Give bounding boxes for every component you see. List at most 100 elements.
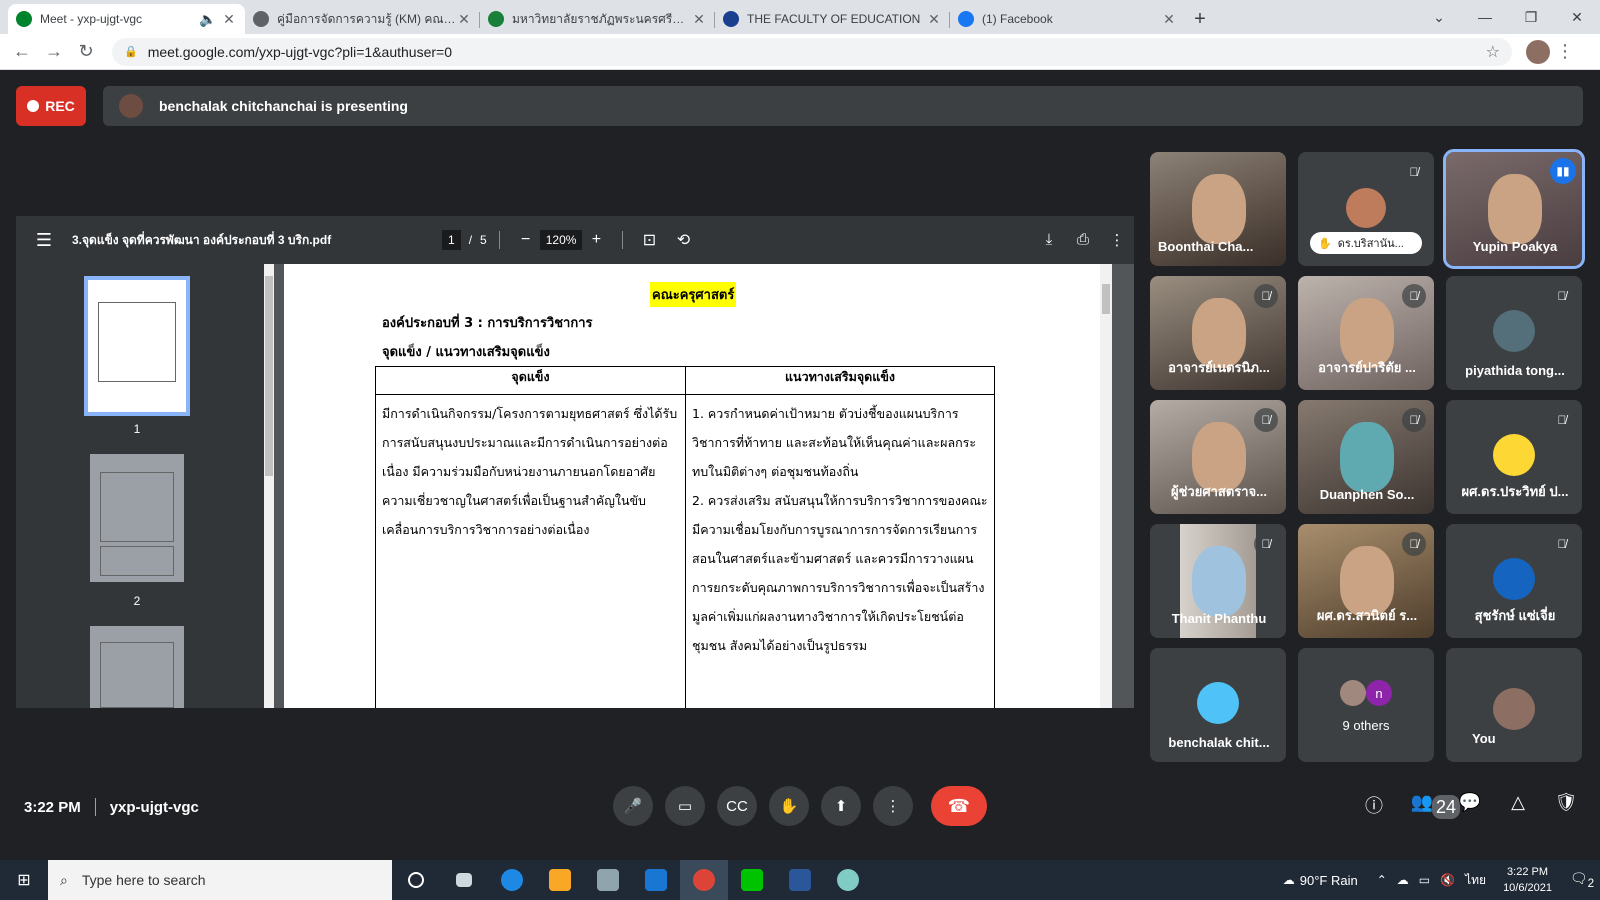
people-icon[interactable]: 👥 24	[1398, 792, 1461, 834]
tab-search-icon[interactable]: ⌄	[1416, 9, 1462, 26]
windows-start-icon[interactable]: ⊞	[0, 870, 48, 890]
participant-tile-speaking[interactable]: ▮▮ Yupin Poakya	[1443, 149, 1585, 269]
total-pages: 5	[480, 233, 487, 247]
tab-km[interactable]: คู่มือการจัดการความรู้ (KM) คณะครุศาสตร์…	[245, 4, 480, 34]
participant-tile[interactable]: 🎙̸ สุชรักษ์ แซ่เจี่ย	[1446, 524, 1582, 638]
more-options-icon[interactable]: ⋮	[873, 786, 913, 826]
chrome-icon[interactable]	[680, 860, 728, 900]
participant-tile[interactable]: 🎙̸ อาจารย์เนตรนิภ...	[1150, 276, 1286, 390]
edge-icon[interactable]	[488, 860, 536, 900]
lock-icon[interactable]: 🔒	[124, 45, 138, 58]
camera-icon[interactable]: ▭	[665, 786, 705, 826]
print-icon[interactable]: ⎙	[1066, 231, 1100, 249]
close-tab-icon[interactable]: ✕	[926, 11, 942, 28]
task-view-icon[interactable]	[440, 860, 488, 900]
notification-icon[interactable]: 🗨2	[1564, 870, 1600, 890]
speaking-indicator-icon: ▮▮	[1550, 158, 1576, 184]
profile-avatar[interactable]	[1526, 39, 1550, 64]
more-options-icon[interactable]: ⋮	[1100, 231, 1134, 249]
participant-tile[interactable]: 🎙̸ อาจารย์ปาริตัย ...	[1298, 276, 1434, 390]
browser-menu-icon[interactable]: ⋮	[1550, 41, 1580, 62]
record-dot-icon	[27, 100, 40, 112]
zoom-out-icon[interactable]: −	[512, 231, 540, 249]
close-tab-icon[interactable]: ✕	[1161, 11, 1177, 28]
file-explorer-icon[interactable]	[536, 860, 584, 900]
rotate-icon[interactable]: ⟲	[669, 230, 697, 250]
close-tab-icon[interactable]: ✕	[456, 11, 472, 28]
close-window-icon[interactable]: ✕	[1554, 9, 1600, 26]
present-screen-icon[interactable]: ⬆	[821, 786, 861, 826]
participant-tile[interactable]: 🎙̸ ผู้ช่วยศาสตราจ...	[1150, 400, 1286, 514]
zoom-in-icon[interactable]: +	[582, 231, 610, 249]
participant-tile[interactable]: benchalak chit...	[1150, 648, 1286, 762]
fit-page-icon[interactable]: ⊡	[635, 230, 663, 250]
window-controls: ⌄ — ❐ ✕	[1416, 0, 1600, 34]
close-tab-icon[interactable]: ✕	[691, 11, 707, 28]
tab-meet[interactable]: Meet - yxp-ujgt-vgc 🔈 ✕	[8, 4, 245, 34]
back-icon[interactable]: ←	[6, 41, 38, 62]
word-icon[interactable]	[776, 860, 824, 900]
participant-video	[1192, 174, 1246, 244]
maximize-icon[interactable]: ❐	[1508, 9, 1554, 26]
thumbnail-sidebar: 1 2	[16, 264, 264, 708]
self-tile[interactable]: You	[1446, 648, 1582, 762]
page-thumbnail-3[interactable]	[90, 626, 184, 708]
paint-icon[interactable]	[824, 860, 872, 900]
tab-facebook[interactable]: (1) Facebook ✕	[950, 4, 1185, 34]
page-thumbnail-2[interactable]	[90, 454, 184, 582]
participant-tile[interactable]: 🎙̸ ผศ.ดร.ประวิทย์ ป...	[1446, 400, 1582, 514]
captions-icon[interactable]: CC	[717, 786, 757, 826]
weather-text[interactable]: 90°F Rain	[1300, 873, 1358, 888]
participant-tile[interactable]: 🎙̸ Thanit Phanthu	[1150, 524, 1286, 638]
others-tile[interactable]: n 9 others	[1298, 648, 1434, 762]
url-field[interactable]: 🔒 meet.google.com/yxp-ujgt-vgc?pli=1&aut…	[112, 37, 1512, 66]
forward-icon[interactable]: →	[38, 41, 70, 62]
new-tab-button[interactable]: +	[1185, 4, 1215, 34]
language-indicator[interactable]: ไทย	[1465, 871, 1486, 890]
strength-text: มีการดำเนินกิจกรรม/โครงการตามยุทธศาสตร์ …	[382, 406, 678, 537]
host-controls-icon[interactable]: 🛡	[1542, 792, 1590, 834]
self-avatar	[1493, 688, 1535, 730]
activities-icon[interactable]: △	[1494, 792, 1542, 834]
meeting-details-icon[interactable]: ⓘ	[1350, 792, 1398, 834]
participant-tile[interactable]: Boonthai Cha...	[1150, 152, 1286, 266]
bookmark-star-icon[interactable]: ☆	[1486, 42, 1500, 62]
reload-icon[interactable]: ↻	[70, 41, 102, 62]
tab-faculty[interactable]: THE FACULTY OF EDUCATION ✕	[715, 4, 950, 34]
minimize-icon[interactable]: —	[1462, 9, 1508, 25]
cortana-icon[interactable]	[392, 860, 440, 900]
raise-hand-icon[interactable]: ✋	[769, 786, 809, 826]
participant-avatar	[1493, 434, 1535, 476]
zoom-level[interactable]: 120%	[539, 230, 583, 250]
microphone-icon[interactable]: 🎤	[613, 786, 653, 826]
page-input[interactable]: 1	[442, 230, 461, 250]
menu-icon[interactable]: ☰	[16, 230, 72, 251]
store-icon[interactable]	[584, 860, 632, 900]
taskbar-clock[interactable]: 3:22 PM 10/6/2021	[1503, 864, 1552, 896]
facebook-favicon-icon	[958, 11, 974, 27]
participant-tile[interactable]: 🎙̸ piyathida tong...	[1446, 276, 1582, 390]
page-scrollbar[interactable]	[1100, 264, 1134, 708]
network-icon[interactable]: ▭	[1419, 873, 1430, 887]
close-tab-icon[interactable]: ✕	[221, 11, 237, 28]
tab-title: คู่มือการจัดการความรู้ (KM) คณะครุศาสตร์	[277, 11, 456, 26]
participant-tile[interactable]: 🎙̸ ผศ.ดร.สวนิตย์ ร...	[1298, 524, 1434, 638]
participant-tile[interactable]: 🎙̸ Duanphen So...	[1298, 400, 1434, 514]
speaker-icon[interactable]: 🔈	[199, 11, 216, 28]
volume-mute-icon[interactable]: 🔇	[1440, 873, 1455, 887]
chevron-up-icon[interactable]: ⌃	[1377, 873, 1387, 887]
recording-badge[interactable]: REC	[16, 86, 86, 126]
participant-video	[1488, 174, 1542, 244]
mail-icon[interactable]	[632, 860, 680, 900]
sidebar-scrollbar[interactable]	[264, 264, 274, 708]
download-icon[interactable]: ⤓	[1032, 231, 1066, 249]
page-thumbnail-1[interactable]	[84, 276, 190, 416]
taskbar-search[interactable]: ⌕ Type here to search	[48, 860, 392, 900]
line-icon[interactable]	[728, 860, 776, 900]
onedrive-icon[interactable]: ☁	[1397, 873, 1409, 887]
participant-tile[interactable]: 🎙̸ ✋ ดร.บริสานัน...	[1298, 152, 1434, 266]
chat-icon[interactable]: 💬	[1446, 792, 1494, 834]
end-call-icon[interactable]: ☎	[931, 786, 987, 826]
tab-university[interactable]: มหาวิทยาลัยราชภัฏพระนครศรีอยุธยา ✕	[480, 4, 715, 34]
weather-icon[interactable]: ☁	[1283, 873, 1295, 887]
